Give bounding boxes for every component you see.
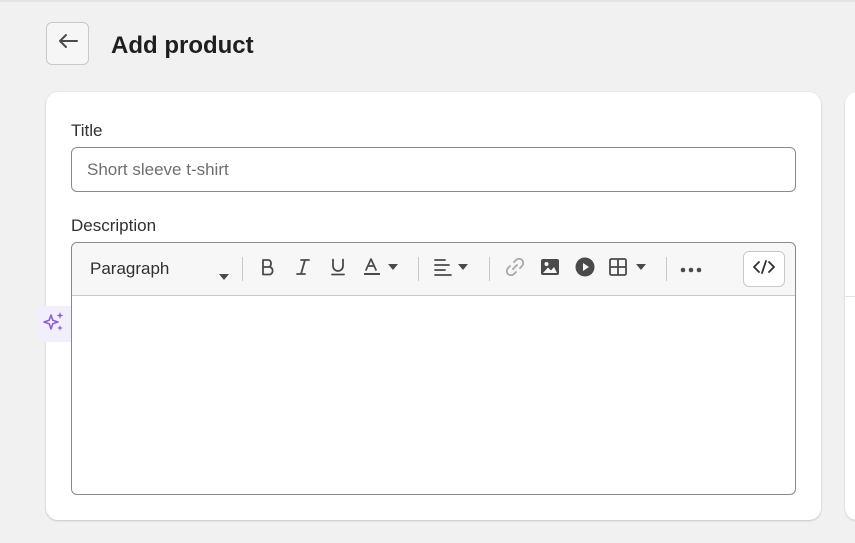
underline-button[interactable] bbox=[326, 254, 350, 284]
show-html-button[interactable] bbox=[743, 251, 785, 287]
more-options-button[interactable] bbox=[678, 254, 704, 284]
title-input[interactable] bbox=[71, 147, 796, 192]
sparkles-icon bbox=[42, 310, 66, 339]
side-panel-card bbox=[845, 92, 855, 520]
side-panel-divider bbox=[845, 296, 855, 297]
title-label: Title bbox=[71, 121, 103, 140]
paragraph-select-label: Paragraph bbox=[90, 259, 170, 278]
toolbar-divider bbox=[418, 257, 419, 281]
text-color-button[interactable] bbox=[360, 254, 404, 284]
code-icon bbox=[752, 259, 776, 280]
bold-icon bbox=[260, 258, 276, 281]
top-border bbox=[0, 0, 855, 2]
description-editor: Paragraph bbox=[71, 242, 796, 495]
back-button[interactable] bbox=[46, 22, 89, 65]
text-color-icon bbox=[362, 257, 402, 282]
table-icon bbox=[607, 257, 651, 282]
editor-toolbar: Paragraph bbox=[72, 243, 795, 296]
align-icon bbox=[431, 257, 473, 282]
more-icon bbox=[680, 260, 702, 278]
add-product-page: Add product Title Description Paragraph bbox=[0, 0, 855, 543]
image-icon bbox=[540, 258, 560, 281]
bold-button[interactable] bbox=[256, 254, 280, 284]
paragraph-format-select[interactable]: Paragraph bbox=[80, 254, 230, 284]
table-button[interactable] bbox=[606, 254, 652, 284]
link-icon bbox=[505, 257, 525, 282]
description-label: Description bbox=[71, 216, 157, 235]
ai-generate-button[interactable] bbox=[37, 306, 71, 342]
toolbar-divider bbox=[489, 257, 490, 281]
page-title: Add product bbox=[111, 32, 254, 59]
video-button[interactable] bbox=[572, 254, 598, 284]
arrow-left-icon bbox=[58, 33, 78, 54]
image-button[interactable] bbox=[537, 254, 563, 284]
underline-icon bbox=[330, 258, 346, 281]
italic-button[interactable] bbox=[291, 254, 315, 284]
link-button[interactable] bbox=[502, 254, 528, 284]
description-text-area[interactable] bbox=[72, 296, 795, 494]
product-details-card: Title Description Paragraph bbox=[46, 92, 821, 520]
toolbar-divider bbox=[666, 257, 667, 281]
caret-down-icon bbox=[218, 266, 230, 286]
italic-icon bbox=[296, 258, 310, 281]
toolbar-divider bbox=[242, 257, 243, 281]
video-icon bbox=[575, 257, 595, 282]
align-button[interactable] bbox=[430, 254, 474, 284]
